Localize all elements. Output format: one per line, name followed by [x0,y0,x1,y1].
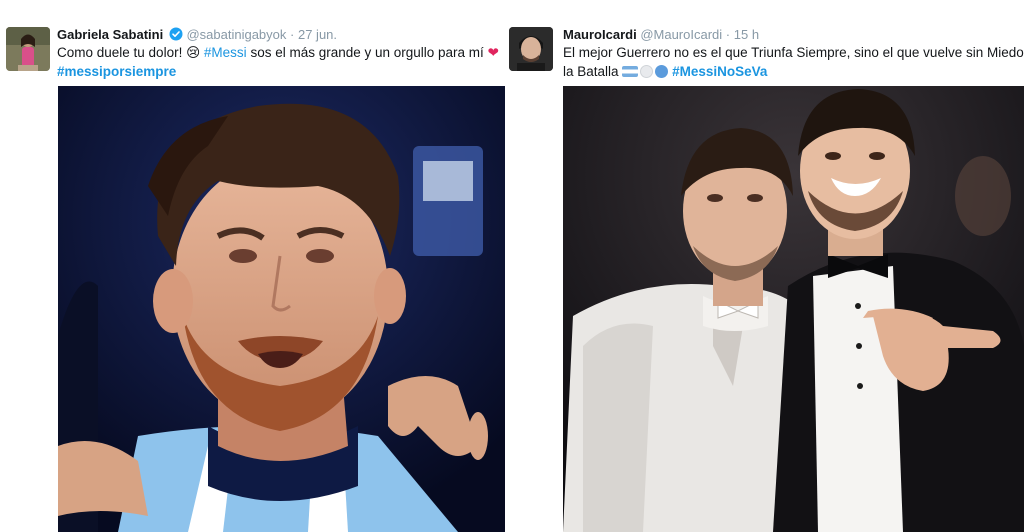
text-after: sos el más grande y un orgullo para mí [246,45,488,60]
heart-icon: ❤ [487,45,499,60]
tweet-text-line-2: la Batalla #MessiNoSeVa [563,62,1024,81]
display-name[interactable]: MauroIcardi [563,27,637,42]
avatar[interactable] [6,27,50,71]
crying-face-icon: 😢 [186,45,201,60]
tweet-text-line-2: #messiporsiempre [57,62,499,81]
text-before: Como duele tu dolor! [57,45,187,60]
tweet-text: Como duele tu dolor! 😢 #Messi sos el más… [57,43,499,81]
tweet-text-line-1: Como duele tu dolor! 😢 #Messi sos el más… [57,43,499,62]
separator: · [725,27,731,42]
avatar-photo [6,27,50,71]
user-handle[interactable]: @sabatinigabyok [186,27,286,42]
argentina-flag-icon [622,66,639,77]
tweet-text-line-1: El mejor Guerrero no es el que Triunfa S… [563,45,1024,60]
user-handle[interactable]: @MauroIcardi [640,27,722,42]
separator: · [290,27,295,42]
tweet-mauroicardi[interactable]: MauroIcardi @MauroIcardi · 15 h El mejor… [505,0,1024,532]
blue-circle-icon [655,65,669,78]
timestamp[interactable]: 27 jun. [298,27,337,42]
player-crying-photo [58,86,505,532]
text-line-2: la Batalla [563,64,623,79]
two-men-tuxedo-photo [563,86,1024,532]
hashtag-messiporsiempre[interactable]: #messiporsiempre [57,64,176,79]
tweet-text: El mejor Guerrero no es el que Triunfa S… [563,43,1024,81]
hashtag-messinoseva[interactable]: #MessiNoSeVa [672,64,767,79]
hashtag-messi[interactable]: #Messi [204,45,247,60]
tweet-media-photo[interactable] [563,86,1024,532]
tweet-gabriela[interactable]: Gabriela Sabatini @sabatinigabyok · 27 j… [0,0,505,532]
avatar-photo [509,27,553,71]
white-circle-icon [640,65,654,78]
timestamp[interactable]: 15 h [734,27,759,42]
avatar[interactable] [509,27,553,71]
display-name[interactable]: Gabriela Sabatini [57,27,163,42]
tweet-media-photo[interactable] [58,86,505,532]
tweet-header: MauroIcardi @MauroIcardi · 15 h [563,26,759,43]
